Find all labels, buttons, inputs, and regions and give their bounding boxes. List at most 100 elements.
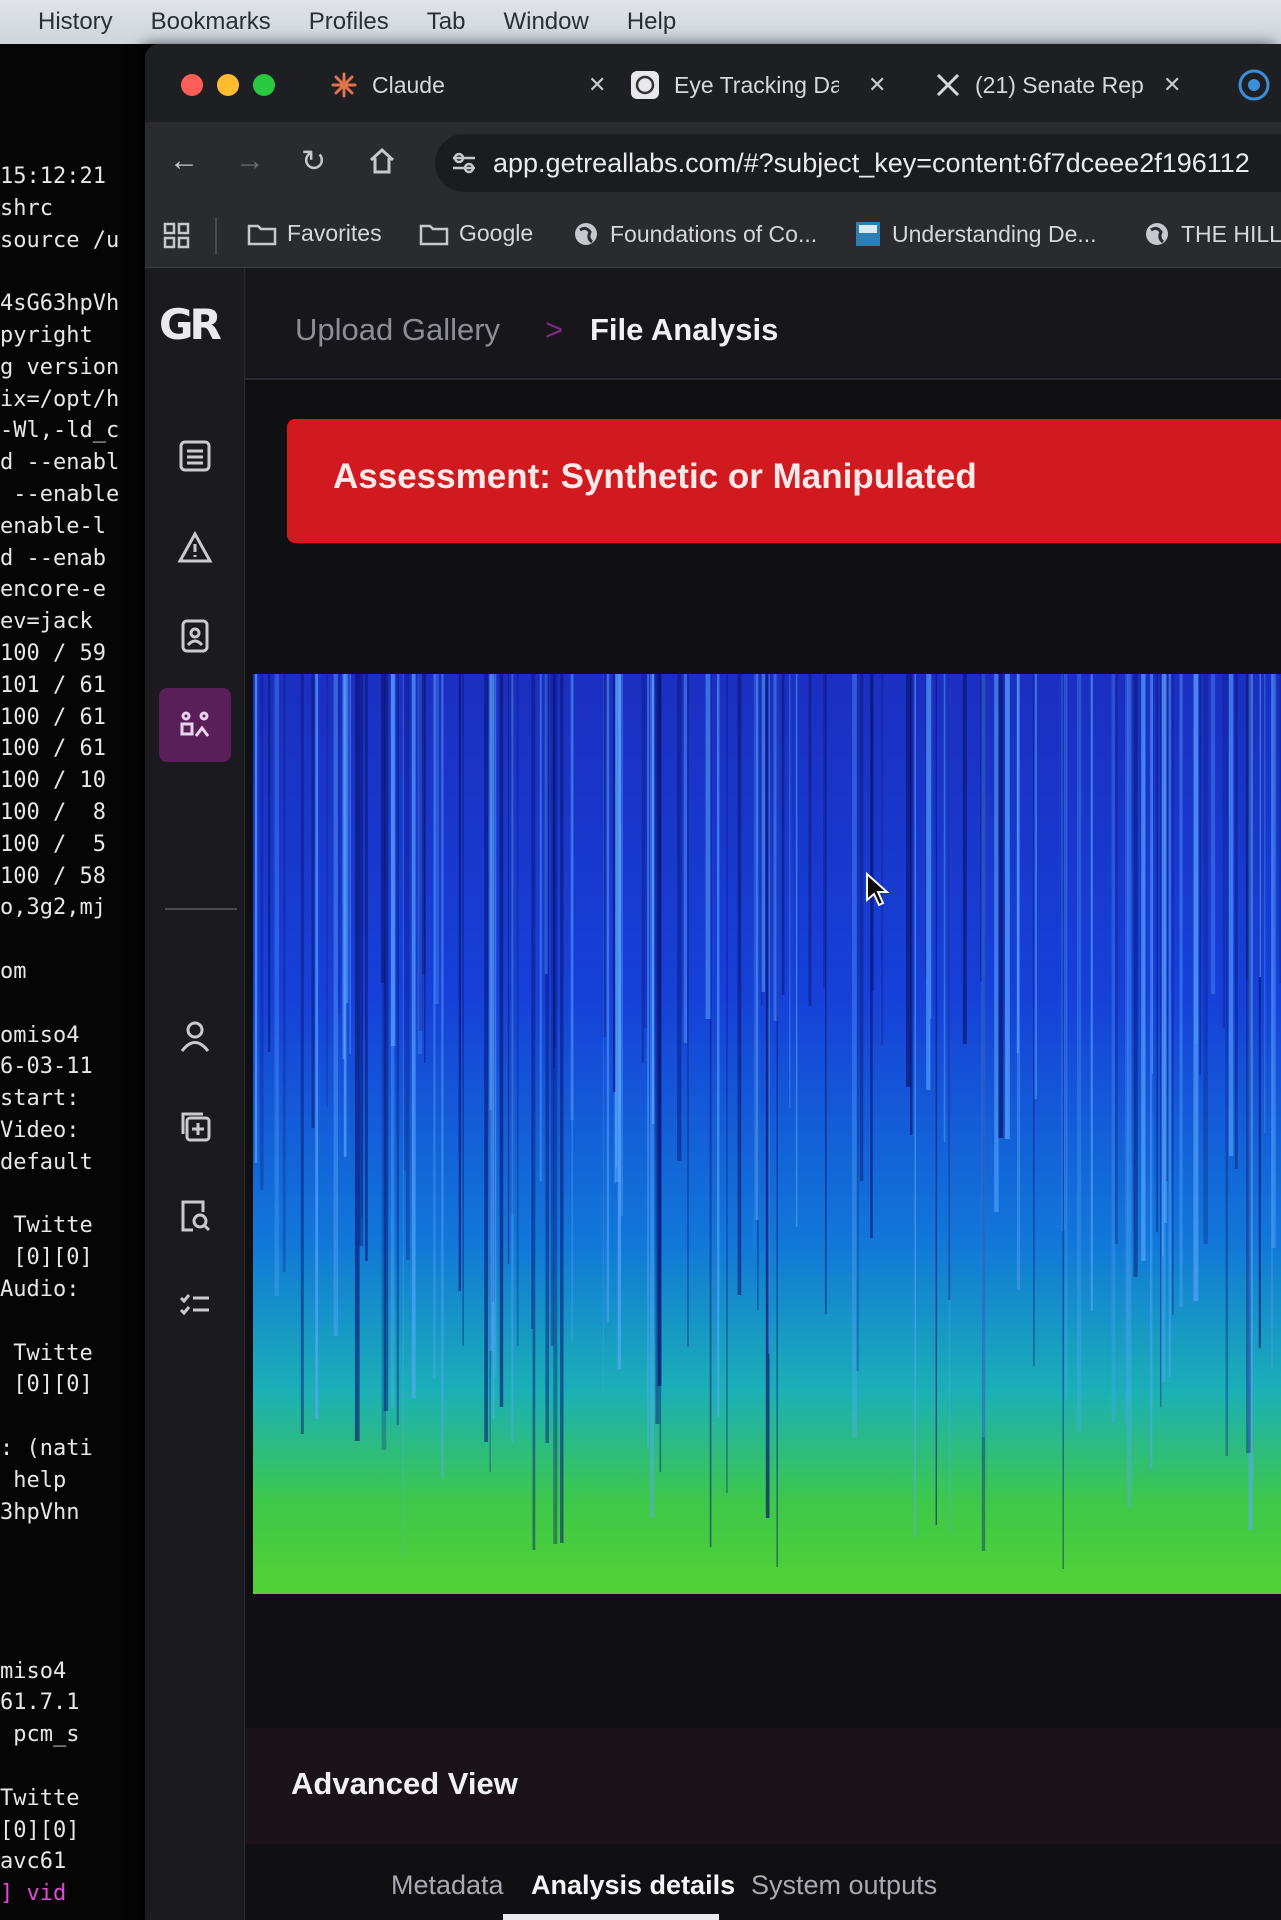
rail-item-document-search[interactable] — [165, 1186, 225, 1246]
reload-icon[interactable]: ↻ — [301, 144, 326, 179]
rail-item-list[interactable] — [165, 426, 225, 486]
close-icon[interactable]: ✕ — [588, 72, 606, 98]
spectrogram-streak — [677, 674, 682, 1161]
menu-help[interactable]: Help — [627, 8, 676, 36]
terminal-line: --enable — [0, 482, 120, 507]
spectrogram-streak — [531, 674, 533, 1329]
page-header: Upload Gallery > File Analysis — [245, 268, 1281, 380]
close-icon[interactable]: ✕ — [1163, 72, 1181, 98]
spectrogram-streak — [726, 674, 728, 1493]
browser-tab-eye-tracking[interactable]: Eye Tracking Da ✕ — [630, 62, 886, 108]
breadcrumb-upload-gallery[interactable]: Upload Gallery — [295, 312, 500, 348]
rail-item-copy-add[interactable] — [165, 1096, 225, 1156]
spectrogram-streak — [333, 674, 338, 1336]
warning-icon — [177, 530, 213, 563]
tab-metadata[interactable]: Metadata — [391, 1870, 504, 1901]
menu-tab[interactable]: Tab — [427, 8, 466, 36]
spectrogram-streak — [776, 674, 778, 1567]
spectrogram-streak — [994, 674, 999, 1212]
spectrogram-streak — [349, 674, 351, 1054]
apps-grid-icon[interactable] — [163, 222, 191, 250]
menu-bookmarks[interactable]: Bookmarks — [151, 8, 271, 36]
profile-circle-icon[interactable] — [1237, 68, 1271, 102]
bookmark-foundations[interactable]: Foundations of Co... — [572, 220, 817, 248]
bookmark-understanding[interactable]: Understanding De... — [854, 220, 1097, 248]
forward-arrow-icon[interactable]: → — [235, 144, 265, 178]
bookmark-the-hill[interactable]: THE HILL — [1143, 220, 1281, 248]
zoom-window-button[interactable] — [253, 74, 275, 96]
back-arrow-icon[interactable]: ← — [169, 144, 199, 178]
spectrogram-streak — [1005, 674, 1010, 1139]
spectrogram-streak — [311, 674, 315, 1128]
terminal-line: shrc — [0, 195, 53, 221]
spectrogram-streak — [943, 674, 946, 1142]
menu-window[interactable]: Window — [503, 8, 588, 36]
spectrogram-streak — [1017, 674, 1021, 1290]
home-icon[interactable] — [367, 146, 397, 176]
document-search-icon — [181, 1200, 211, 1232]
spectrogram-streak — [406, 674, 410, 1260]
browser-tab-claude[interactable]: Claude ✕ — [330, 62, 606, 108]
spectrogram-streak — [499, 674, 504, 1407]
terminal-line: 61.7.1 — [0, 1690, 80, 1716]
checklist-icon — [179, 1294, 209, 1316]
spectrogram-streak — [411, 674, 416, 1398]
spectrogram-streak — [417, 674, 422, 1054]
spectrogram-streak — [326, 674, 328, 1107]
rail-item-analysis[interactable] — [159, 688, 231, 762]
tab-system-outputs[interactable]: System outputs — [751, 1870, 937, 1901]
analysis-icon — [180, 711, 210, 737]
rail-item-checklist[interactable] — [165, 1276, 225, 1336]
spectrogram-streak — [458, 674, 461, 1291]
mouse-pointer-icon — [866, 872, 890, 907]
browser-tab-senate[interactable]: (21) Senate Rep ✕ — [935, 62, 1205, 108]
getreal-logo[interactable]: GR — [159, 300, 222, 349]
spectrogram-streak — [641, 674, 645, 1063]
spectrogram-streak — [852, 674, 857, 1437]
rail-item-identity[interactable] — [165, 606, 225, 666]
bookmark-label: Understanding De... — [892, 220, 1097, 247]
terminal-line: default — [0, 1149, 93, 1175]
spectrogram-streak — [571, 674, 573, 1343]
folder-icon — [247, 224, 277, 245]
site-settings-icon[interactable] — [449, 148, 479, 178]
minimize-window-button[interactable] — [217, 74, 239, 96]
tab-strip: Claude ✕ Eye Tracking Da ✕ (21) Senate R… — [145, 44, 1281, 122]
spectrogram-streak — [268, 674, 271, 1052]
spectrogram-streak — [768, 674, 770, 1354]
bookmarks-divider — [215, 218, 217, 254]
advanced-view-panel: Advanced View — [245, 1728, 1281, 1844]
spectrogram-streak — [870, 674, 874, 991]
spectrogram-streak — [881, 674, 884, 1045]
browser-toolbar: ← → ↻ app.getreallabs.com/#?subject_key=… — [145, 122, 1281, 204]
spectrogram-streak — [516, 674, 519, 1346]
rail-item-warnings[interactable] — [165, 518, 225, 578]
bookmarks-bar: Favorites Google Foundations of Co... Un… — [145, 204, 1281, 268]
menu-history[interactable]: History — [38, 8, 113, 36]
spectrogram-streak — [1156, 674, 1158, 1232]
openai-icon — [631, 71, 659, 99]
tab-title: Claude — [372, 71, 445, 98]
spectrogram-streak — [507, 674, 510, 1264]
spectrogram-streak — [544, 674, 548, 974]
close-icon[interactable]: ✕ — [868, 72, 886, 98]
bookmark-google[interactable]: Google — [419, 220, 533, 247]
terminal-line: ] vid — [0, 1881, 67, 1907]
spectrogram-streak — [390, 674, 396, 1046]
menu-profiles[interactable]: Profiles — [309, 8, 389, 36]
terminal-line: d --enabl — [0, 450, 120, 476]
terminal-line: 100 / 5 — [0, 831, 106, 857]
spectrogram-streak — [962, 674, 967, 1044]
close-window-button[interactable] — [181, 74, 203, 96]
globe-icon — [575, 223, 597, 245]
bookmark-favorites[interactable]: Favorites — [247, 220, 382, 247]
spectrogram-streak — [260, 674, 264, 1190]
rail-item-user[interactable] — [165, 1006, 225, 1066]
mac-menubar: History Bookmarks Profiles Tab Window He… — [0, 0, 1281, 44]
address-bar[interactable]: app.getreallabs.com/#?subject_key=conten… — [435, 134, 1281, 192]
spectrogram-streak — [1149, 674, 1153, 1468]
spectrogram-streak — [1222, 674, 1225, 1028]
tab-analysis-details[interactable]: Analysis details — [531, 1870, 735, 1901]
spectrogram-streak — [343, 674, 347, 1157]
spectrogram-streak — [1259, 674, 1261, 977]
